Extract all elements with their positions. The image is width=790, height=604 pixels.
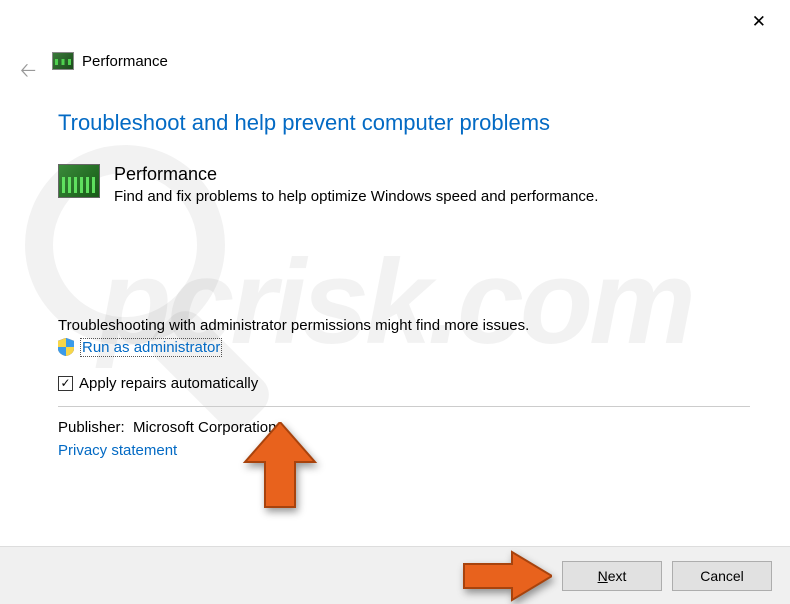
- run-as-admin-link[interactable]: Run as administrator: [80, 338, 222, 357]
- publisher-label: Publisher:: [58, 419, 125, 436]
- performance-mini-icon: [52, 52, 74, 70]
- section-description: Find and fix problems to help optimize W…: [114, 186, 598, 207]
- checkbox-icon[interactable]: ✓: [58, 376, 73, 391]
- publisher-value: Microsoft Corporation: [133, 419, 276, 436]
- admin-note: Troubleshooting with administrator permi…: [58, 317, 750, 334]
- next-button[interactable]: Next: [562, 561, 662, 591]
- apply-repairs-label: Apply repairs automatically: [79, 375, 258, 392]
- back-arrow-icon[interactable]: 🡠: [20, 56, 36, 90]
- shield-icon: [58, 338, 74, 356]
- divider: [58, 406, 750, 407]
- window-title: Performance: [82, 53, 168, 70]
- cancel-button[interactable]: Cancel: [672, 561, 772, 591]
- privacy-statement-link[interactable]: Privacy statement: [58, 442, 177, 459]
- page-heading: Troubleshoot and help prevent computer p…: [58, 110, 750, 136]
- apply-repairs-checkbox[interactable]: ✓ Apply repairs automatically: [58, 375, 750, 392]
- footer-bar: Next Cancel: [0, 546, 790, 604]
- performance-icon: [58, 164, 100, 198]
- close-icon[interactable]: ✕: [752, 12, 766, 32]
- section-title: Performance: [114, 164, 598, 186]
